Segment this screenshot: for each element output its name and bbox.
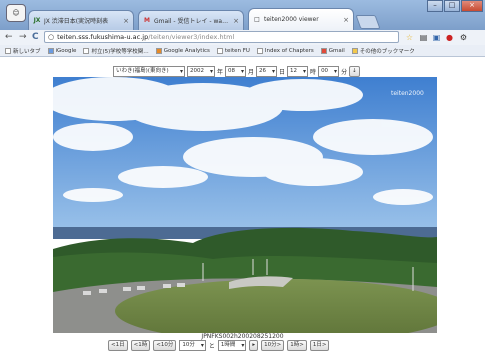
bookmark-star-icon[interactable]: ☆: [404, 32, 415, 43]
page-favicon-icon: □: [254, 15, 260, 23]
forward-1-day-button[interactable]: 1日>: [309, 340, 330, 351]
bookmark-label: 新しいタブ: [13, 48, 41, 55]
day-label: 日: [279, 69, 286, 76]
bookmark-item[interactable]: 新しいタブ: [5, 47, 41, 55]
day-select[interactable]: 26: [256, 66, 278, 77]
forward-1-hour-button[interactable]: 1時>: [287, 340, 307, 351]
bookmark-label: Gmail: [328, 47, 345, 54]
folder-icon: [351, 47, 358, 54]
tab-teiten-viewer[interactable]: □ teiten2000 viewer ×: [248, 8, 354, 30]
page-menu-icon[interactable]: ▤: [418, 32, 429, 43]
page-icon: [216, 47, 223, 54]
and-label: と: [208, 343, 215, 350]
url-path: /teiten/viewer3/index.html: [148, 33, 235, 41]
bookmark-item[interactable]: Google Analytics: [155, 47, 210, 54]
tab-title: Gmail - 受信トレイ - watan.: [154, 18, 231, 25]
page-icon: ○: [48, 33, 55, 41]
minute-label: 分: [341, 69, 348, 76]
wrench-icon[interactable]: ⚙: [458, 32, 469, 43]
gmail-favicon-icon: M: [144, 16, 150, 24]
forward-button[interactable]: →: [19, 32, 27, 43]
close-window-button[interactable]: ×: [461, 0, 483, 12]
forward-10-min-button[interactable]: 10分>: [261, 340, 285, 351]
tab-close-icon[interactable]: ×: [343, 16, 349, 24]
back-10-min-button[interactable]: <10分: [153, 340, 177, 351]
bookmark-label: Google Analytics: [163, 47, 210, 54]
go-button[interactable]: ↓: [349, 66, 360, 77]
time-navigation: <1日 <1時 <10分 10分 と 1時間 ▸ 10分> 1時> 1日>: [108, 340, 330, 351]
maximize-button[interactable]: □: [444, 0, 460, 12]
step-interval-select[interactable]: 10分: [179, 340, 206, 351]
back-1-day-button[interactable]: <1日: [108, 340, 128, 351]
extension-alert-icon[interactable]: ●: [444, 32, 455, 43]
tab-close-icon[interactable]: ×: [123, 17, 129, 25]
hour-label: 時: [310, 69, 317, 76]
bookmark-item[interactable]: iGoogle: [47, 47, 77, 54]
month-label: 月: [248, 69, 255, 76]
window-controls: – □ ×: [427, 0, 483, 12]
back-1-hour-button[interactable]: <1時: [130, 340, 151, 351]
bookmark-item[interactable]: Index of Chapters: [256, 47, 314, 54]
tab-title: JX 渋滞日本(実況時刻表: [44, 18, 109, 25]
tab-title: teiten2000 viewer: [264, 16, 319, 23]
back-button[interactable]: ←: [5, 32, 13, 43]
bookmark-item[interactable]: Gmail: [320, 47, 345, 54]
window-titlebar: ☺ JX JX 渋滞日本(実況時刻表 × M Gmail - 受信トレイ - w…: [0, 0, 485, 30]
reload-button[interactable]: C: [32, 32, 39, 43]
bookmark-label: その他のブックマーク: [359, 48, 415, 55]
date-time-selector: いわき(福島)(東向き) 2002 年 08 月 26 日 12 時 00 分 …: [113, 66, 360, 77]
hour-select[interactable]: 12: [287, 66, 309, 77]
minimize-button[interactable]: –: [427, 0, 443, 12]
extension-icon[interactable]: ▣: [431, 32, 442, 43]
bookmark-label: 村立(5)学校等学校関…: [91, 48, 149, 55]
tab-strip: JX JX 渋滞日本(実況時刻表 × M Gmail - 受信トレイ - wat…: [28, 6, 381, 30]
image-filename: JPNFKS002h200208251200: [201, 333, 284, 340]
bookmarks-bar: 新しいタブ iGoogle 村立(5)学校等学校関… Google Analyt…: [0, 45, 485, 57]
google-icon: [47, 47, 54, 54]
analytics-icon: [155, 47, 162, 54]
bookmark-item[interactable]: その他のブックマーク: [351, 47, 415, 55]
chrome-menu-icon[interactable]: ☺: [6, 4, 26, 22]
bookmark-label: iGoogle: [55, 47, 77, 54]
tab-close-icon[interactable]: ×: [233, 17, 239, 25]
new-tab-button[interactable]: [355, 15, 381, 29]
play-button[interactable]: ▸: [249, 340, 259, 351]
year-select[interactable]: 2002: [187, 66, 215, 77]
year-label: 年: [217, 69, 224, 76]
page-icon: [83, 47, 90, 54]
jx-favicon-icon: JX: [33, 16, 41, 24]
bookmark-label: Index of Chapters: [264, 47, 314, 54]
bookmark-item[interactable]: 村立(5)学校等学校関…: [83, 47, 149, 55]
bookmark-item[interactable]: teiten FU: [216, 47, 250, 54]
month-select[interactable]: 08: [225, 66, 247, 77]
tab-traffic[interactable]: JX JX 渋滞日本(実況時刻表 ×: [28, 10, 134, 30]
location-select[interactable]: いわき(福島)(東向き): [113, 66, 185, 77]
page-icon: [5, 47, 11, 54]
webcam-watermark: teiten2000: [391, 90, 424, 97]
webcam-photo-svg: [53, 77, 437, 333]
minute-select[interactable]: 00: [318, 66, 340, 77]
bookmark-label: teiten FU: [224, 47, 250, 54]
gmail-icon: [320, 47, 327, 54]
webcam-image: [53, 77, 437, 333]
tab-gmail[interactable]: M Gmail - 受信トレイ - watan. ×: [138, 10, 244, 30]
browser-toolbar: ← → C ○ teiten.sss.fukushima-u.ac.jp/tei…: [0, 30, 485, 45]
play-interval-select[interactable]: 1時間: [217, 340, 247, 351]
url-host: teiten.sss.fukushima-u.ac.jp: [57, 33, 149, 41]
page-icon: [256, 47, 263, 54]
address-bar[interactable]: ○ teiten.sss.fukushima-u.ac.jp/teiten/vi…: [44, 31, 399, 43]
